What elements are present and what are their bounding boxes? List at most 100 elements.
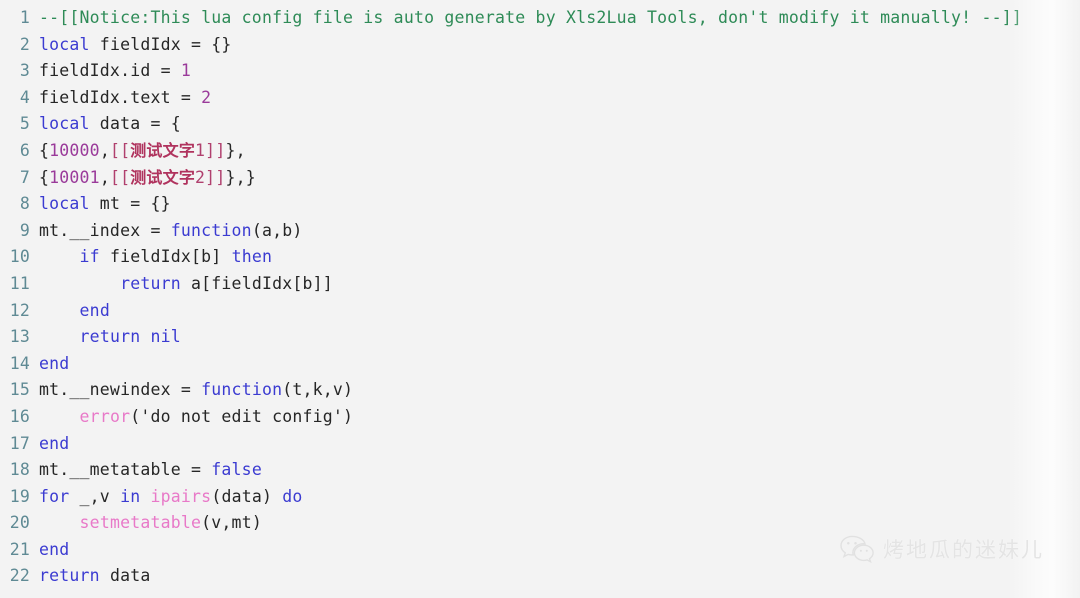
token-number: 2 (201, 87, 212, 107)
line-content[interactable]: setmetatable(v,mt) (39, 510, 1080, 537)
line-number: 18 (9, 460, 30, 480)
token-plain: data = { (89, 114, 181, 134)
code-line[interactable]: 17 end (0, 431, 1080, 458)
token-plain: , (99, 140, 110, 160)
line-content[interactable]: {10001,[[测试文字2]]},} (39, 165, 1080, 192)
line-content[interactable]: mt.__index = function(a,b) (39, 218, 1080, 245)
line-number: 14 (9, 353, 30, 373)
line-number: 7 (19, 167, 30, 187)
code-line[interactable]: 7 {10001,[[测试文字2]]},} (0, 165, 1080, 192)
line-content[interactable]: if fieldIdx[b] then (39, 244, 1080, 271)
line-content[interactable]: fieldIdx.text = 2 (39, 85, 1080, 112)
token-plain: (t,k,v) (282, 380, 354, 400)
token-keyword: local (39, 194, 90, 214)
token-plain: }, (225, 140, 246, 160)
token-keyword: end (79, 300, 110, 320)
code-line[interactable]: 22 return data (0, 563, 1080, 590)
token-keyword: nil (150, 327, 181, 347)
line-content[interactable]: for _,v in ipairs(data) do (39, 484, 1080, 511)
line-content[interactable]: end (39, 537, 1080, 564)
line-content[interactable]: local data = { (39, 111, 1080, 138)
code-line[interactable]: 5 local data = { (0, 111, 1080, 138)
line-content[interactable]: end (39, 431, 1080, 458)
token-keyword: false (211, 460, 262, 480)
line-number: 13 (9, 327, 30, 347)
code-line[interactable]: 20 setmetatable(v,mt) (0, 510, 1080, 537)
line-content[interactable]: local mt = {} (39, 191, 1080, 218)
code-line[interactable]: 8 local mt = {} (0, 191, 1080, 218)
code-line[interactable]: 10 if fieldIdx[b] then (0, 244, 1080, 271)
code-line[interactable]: 13 return nil (0, 324, 1080, 351)
token-number: 1 (180, 61, 192, 81)
token-plain: mt.__newindex = (39, 380, 202, 400)
code-line[interactable]: 2 local fieldIdx = {} (0, 32, 1080, 59)
token-string: [[ (109, 167, 131, 187)
code-line[interactable]: 15 mt.__newindex = function(t,k,v) (0, 377, 1080, 404)
code-line[interactable]: 9 mt.__index = function(a,b) (0, 218, 1080, 245)
code-line[interactable]: 14 end (0, 351, 1080, 378)
token-plain: fieldIdx[b] (99, 247, 232, 267)
line-content[interactable]: return data (39, 563, 1080, 590)
line-content[interactable]: end (39, 298, 1080, 325)
token-plain: ('do not edit config') (130, 406, 354, 426)
code-line[interactable]: 12 end (0, 298, 1080, 325)
code-line[interactable]: 18 mt.__metatable = false (0, 457, 1080, 484)
token-plain: (v,mt) (201, 513, 262, 533)
token-cjk: 测试文字 (130, 167, 196, 187)
line-number: 12 (9, 300, 30, 320)
token-keyword: if (79, 247, 100, 267)
token-cjk: 测试文字 (130, 140, 196, 160)
token-plain: { (39, 140, 50, 160)
token-keyword: return (39, 566, 100, 586)
line-content[interactable]: end (39, 351, 1080, 378)
code-line[interactable]: 4 fieldIdx.text = 2 (0, 85, 1080, 112)
token-plain: data (99, 566, 151, 586)
token-string: [[ (109, 140, 131, 160)
code-line[interactable]: 1 --[[Notice:This lua config file is auto… (0, 5, 1080, 32)
token-keyword: end (39, 353, 70, 373)
token-builtin: ipairs (150, 486, 212, 506)
token-keyword: in (120, 486, 141, 506)
line-number: 9 (19, 220, 30, 240)
line-content[interactable]: {10000,[[测试文字1]]}, (39, 138, 1080, 165)
code-line[interactable]: 16 error('do not edit config') (0, 404, 1080, 431)
token-plain: },} (225, 167, 256, 187)
line-number: 8 (19, 194, 30, 214)
line-content[interactable]: mt.__newindex = function(t,k,v) (39, 377, 1080, 404)
line-content[interactable]: return a[fieldIdx[b]] (39, 271, 1080, 298)
token-number: 10000 (49, 140, 100, 160)
line-content[interactable]: --[[Notice:This lua config file is auto … (39, 5, 1080, 32)
line-number: 22 (9, 566, 30, 586)
token-builtin: setmetatable (79, 513, 202, 533)
code-line[interactable]: 11 return a[fieldIdx[b]] (0, 271, 1080, 298)
code-line[interactable]: 19 for _,v in ipairs(data) do (0, 484, 1080, 511)
line-number: 5 (19, 114, 30, 134)
line-number: 4 (19, 87, 30, 107)
code-editor[interactable]: 1 --[[Notice:This lua config file is auto… (0, 0, 1080, 590)
token-keyword: function (201, 380, 283, 400)
line-number: 21 (9, 539, 30, 559)
line-content[interactable]: local fieldIdx = {} (39, 32, 1080, 59)
token-keyword: function (170, 220, 252, 240)
line-content[interactable]: return nil (39, 324, 1080, 351)
code-line[interactable]: 21 end (0, 537, 1080, 564)
code-line[interactable]: 6 {10000,[[测试文字1]]}, (0, 138, 1080, 165)
line-number: 17 (9, 433, 30, 453)
token-keyword: return (120, 273, 181, 293)
line-content[interactable]: mt.__metatable = false (39, 457, 1080, 484)
line-content[interactable]: error('do not edit config') (39, 404, 1080, 431)
line-content[interactable]: fieldIdx.id = 1 (39, 58, 1080, 85)
token-keyword: return (79, 327, 141, 347)
token-plain: mt.__metatable = (39, 460, 212, 480)
token-number: 10001 (49, 167, 100, 187)
token-builtin: error (79, 406, 131, 426)
code-line[interactable]: 3 fieldIdx.id = 1 (0, 58, 1080, 85)
token-keyword: end (39, 539, 70, 559)
